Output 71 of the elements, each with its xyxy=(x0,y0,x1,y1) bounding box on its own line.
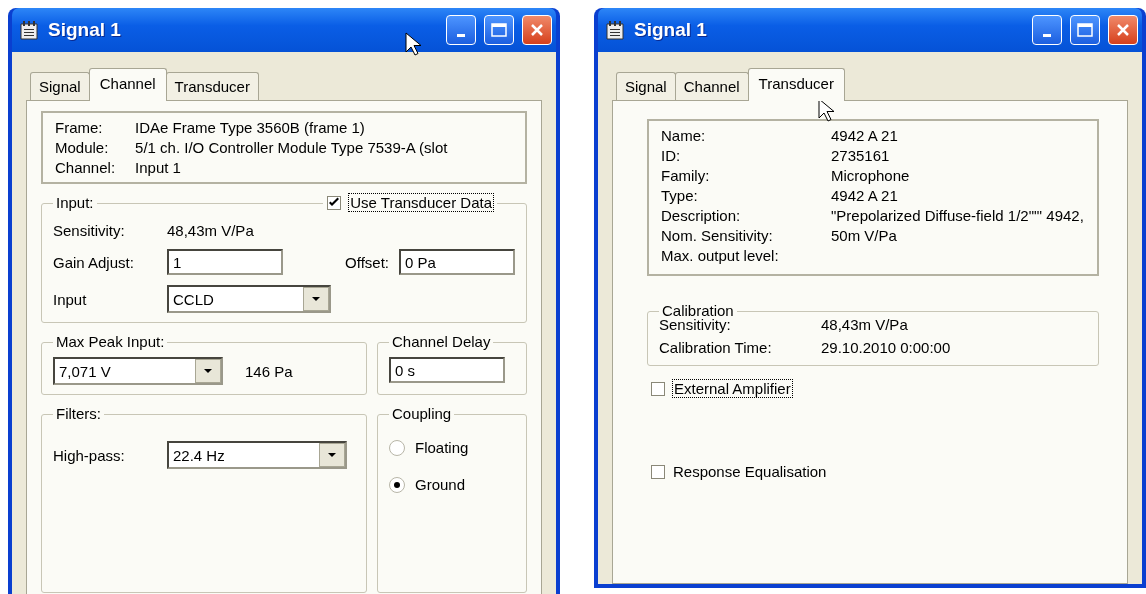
radio-label[interactable]: Floating xyxy=(415,439,469,456)
field-value: 48,43m V/Pa xyxy=(167,222,254,239)
dropdown[interactable]: 22.4 Hz xyxy=(167,441,347,469)
close-button[interactable] xyxy=(1108,15,1138,45)
tab[interactable]: Signal xyxy=(616,72,676,100)
peak-reading: 146 Pa xyxy=(245,362,293,380)
group-title: Channel Delay xyxy=(389,333,494,351)
checkbox-label[interactable]: External Amplifier xyxy=(673,380,792,397)
field-label: Family: xyxy=(661,167,711,184)
close-icon xyxy=(1115,22,1131,38)
dropdown[interactable]: CCLD xyxy=(167,285,331,313)
field-value: IDAe Frame Type 3560B (frame 1) xyxy=(135,119,366,136)
tab[interactable]: Transducer xyxy=(165,72,259,100)
field-value: 48,43m V/Pa xyxy=(821,316,909,333)
field-value: 5/1 ch. I/O Controller Module Type 7539-A (slot xyxy=(135,139,449,156)
field-label: Name: xyxy=(661,127,707,144)
dropdown[interactable]: 7,071 V xyxy=(53,357,223,385)
field-value: "Prepolarized Diffuse-field 1/2""' 4942, xyxy=(831,207,1085,224)
close-icon xyxy=(529,22,545,38)
offset-field[interactable]: 0 Pa xyxy=(399,249,515,275)
checkbox[interactable] xyxy=(327,195,342,210)
field-label: Nom. Sensitivity: xyxy=(661,227,774,244)
radio-button[interactable] xyxy=(389,439,405,456)
checkbox-label[interactable]: Response Equalisation xyxy=(673,463,827,480)
field-label: Calibration Time: xyxy=(659,339,773,356)
maximize-icon xyxy=(491,23,507,37)
field-value: 2735161 xyxy=(831,147,891,164)
field-label: ID: xyxy=(661,147,682,164)
field-label: Gain Adjust: xyxy=(53,253,135,271)
mouse-pointer-icon xyxy=(405,32,421,56)
tab[interactable]: Channel xyxy=(674,72,749,100)
document-icon xyxy=(18,19,40,41)
delay-field[interactable]: 0 s xyxy=(389,357,505,383)
field-label: Type: xyxy=(661,187,699,204)
maximize-icon xyxy=(1077,23,1093,37)
maximize-button[interactable] xyxy=(1070,15,1100,45)
field-label: Input xyxy=(53,290,88,308)
minimize-button[interactable] xyxy=(446,15,476,45)
minimize-button[interactable] xyxy=(1032,15,1062,45)
field-value: 29.10.2010 0:00:00 xyxy=(821,339,952,356)
document-icon xyxy=(604,19,626,41)
field-label: Offset: xyxy=(345,253,389,271)
field-label: Max. output level: xyxy=(661,247,780,264)
field-label: High-pass: xyxy=(53,446,126,464)
radio-button[interactable] xyxy=(389,476,405,493)
field-value: Microphone xyxy=(831,167,911,184)
group-title: Max Peak Input: xyxy=(53,333,168,351)
checkbox[interactable] xyxy=(651,464,665,479)
field-label: Description: xyxy=(661,207,742,224)
field-value: Input 1 xyxy=(135,159,182,176)
field-value: 4942 A 21 xyxy=(831,187,899,204)
check-icon xyxy=(328,196,341,209)
tab[interactable]: Signal xyxy=(30,72,90,100)
checkbox[interactable] xyxy=(651,381,665,396)
window-title: Signal 1 xyxy=(48,19,122,41)
field-label: Frame: xyxy=(55,119,104,136)
group-title: Coupling xyxy=(389,405,455,423)
field-label: Channel: xyxy=(55,159,116,176)
field-value: 50m V/Pa xyxy=(831,227,898,244)
gain-field[interactable]: 1 xyxy=(167,249,283,275)
field-value: 4942 A 21 xyxy=(831,127,899,144)
tab[interactable]: Transducer xyxy=(747,68,845,101)
maximize-button[interactable] xyxy=(484,15,514,45)
tab[interactable]: Channel xyxy=(88,68,167,101)
field-label: Sensitivity: xyxy=(53,222,126,239)
radio-label[interactable]: Ground xyxy=(415,476,466,493)
close-button[interactable] xyxy=(522,15,552,45)
window-title: Signal 1 xyxy=(634,19,708,41)
field-label: Module: xyxy=(55,139,110,156)
minimize-icon xyxy=(457,33,465,37)
minimize-icon xyxy=(1043,33,1051,37)
